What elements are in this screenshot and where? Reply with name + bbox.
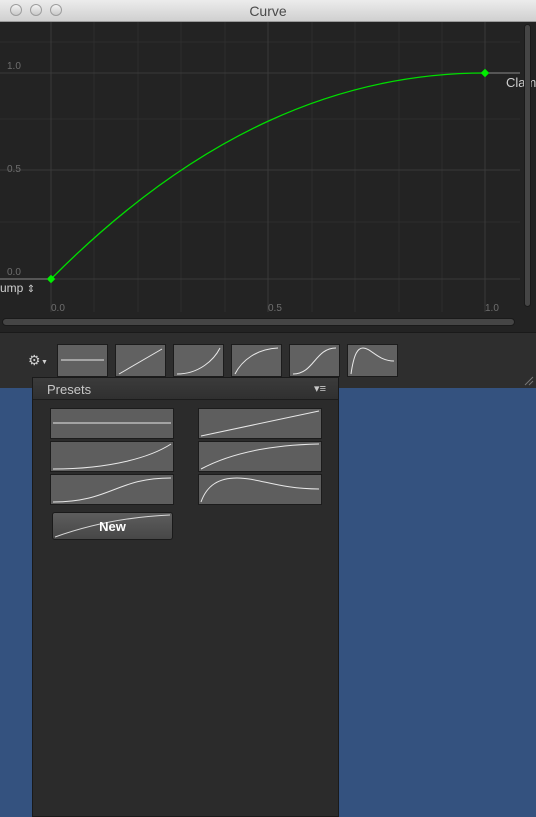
preset-library-constant[interactable] <box>50 408 174 439</box>
y-tick-label: 0.0 <box>7 267 21 278</box>
preset-ease-in[interactable] <box>173 344 224 377</box>
preset-ease-out[interactable] <box>231 344 282 377</box>
settings-button[interactable]: ⚙ ▼ <box>28 351 48 369</box>
curve-graph-canvas[interactable] <box>0 22 536 332</box>
curve-window: Curve 1.0 0.5 0.0 0.0 0.5 1.0 ump ⇕ Clam… <box>0 0 536 388</box>
x-tick-label: 0.5 <box>268 303 282 314</box>
preset-library-overshoot[interactable] <box>198 474 322 505</box>
preset-library-ease-out[interactable] <box>198 441 322 472</box>
presets-title: Presets <box>47 382 92 397</box>
new-preset-label: New <box>99 519 126 534</box>
post-wrap-label: Clam <box>506 75 536 90</box>
post-wrap-mode-dropdown[interactable]: Clam <box>506 75 536 90</box>
presets-panel: Presets ▾≡ New <box>32 377 339 817</box>
x-tick-label: 0.0 <box>51 303 65 314</box>
menu-icon[interactable]: ▾≡ <box>314 382 326 395</box>
window-title: Curve <box>249 3 287 19</box>
y-tick-label: 0.5 <box>7 164 21 175</box>
x-tick-label: 1.0 <box>485 303 499 314</box>
resize-grip-icon[interactable] <box>522 374 534 386</box>
y-tick-label: 1.0 <box>7 61 21 72</box>
presets-header: Presets ▾≡ <box>33 378 338 400</box>
preset-constant[interactable] <box>57 344 108 377</box>
preset-library-linear[interactable] <box>198 408 322 439</box>
preset-library-ease-in[interactable] <box>50 441 174 472</box>
horizontal-scrollbar[interactable] <box>2 318 515 326</box>
vertical-scrollbar[interactable] <box>524 24 531 307</box>
preset-linear[interactable] <box>115 344 166 377</box>
curve-graph[interactable]: 1.0 0.5 0.0 0.0 0.5 1.0 ump ⇕ Clam <box>0 22 536 332</box>
preset-ease-in-out[interactable] <box>289 344 340 377</box>
preset-overshoot[interactable] <box>347 344 398 377</box>
new-preset-button[interactable]: New <box>52 512 173 540</box>
keyframe-point[interactable] <box>480 68 490 78</box>
pre-wrap-label: ump <box>0 281 24 295</box>
dropdown-caret-icon: ▼ <box>41 359 48 366</box>
title-bar: Curve <box>0 0 536 22</box>
up-down-arrows-icon: ⇕ <box>26 284 36 295</box>
pre-wrap-mode-dropdown[interactable]: ump ⇕ <box>0 280 40 296</box>
preset-library-ease-in-out[interactable] <box>50 474 174 505</box>
gear-icon: ⚙ <box>28 352 41 368</box>
